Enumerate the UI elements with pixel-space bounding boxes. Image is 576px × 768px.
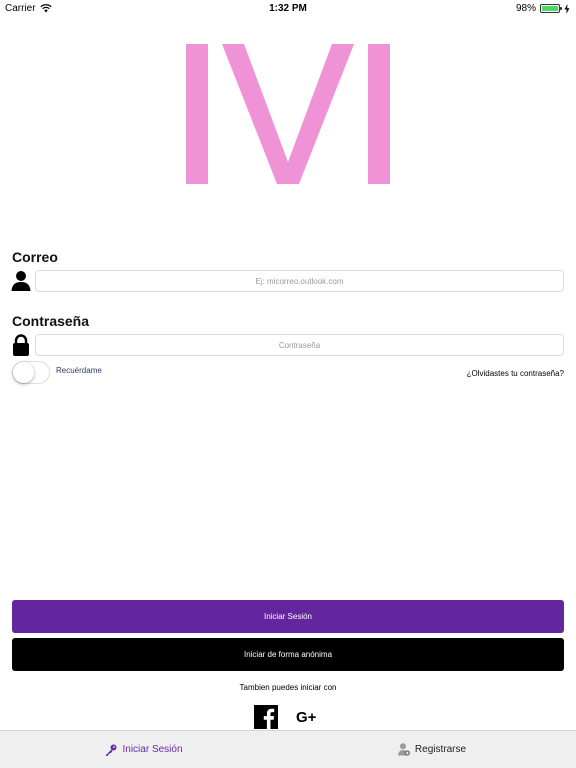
- lock-icon: [13, 334, 29, 356]
- tab-bar: Iniciar Sesión Registrarse: [0, 730, 576, 768]
- app-logo: [186, 44, 390, 184]
- email-input[interactable]: [35, 270, 564, 292]
- anonymous-login-button[interactable]: Iniciar de forma anónima: [12, 638, 564, 671]
- email-label: Correo: [12, 249, 58, 265]
- tab-register-label: Registrarse: [414, 744, 467, 755]
- password-input[interactable]: [35, 334, 564, 356]
- forgot-password-link[interactable]: ¿Olvidastes tu contraseña?: [467, 369, 564, 378]
- social-login-text: Tambien puedes iniciar con: [239, 683, 337, 692]
- password-label: Contraseña: [12, 313, 90, 329]
- toggle-knob: [13, 362, 34, 383]
- user-icon: [11, 271, 31, 291]
- status-time: 1:32 PM: [269, 3, 307, 14]
- remember-label: Recuérdame: [56, 366, 102, 375]
- facebook-icon[interactable]: [254, 705, 278, 729]
- battery-fill: [542, 6, 558, 11]
- status-right: 98%: [516, 3, 570, 14]
- remember-toggle[interactable]: [12, 361, 50, 384]
- tab-login[interactable]: Iniciar Sesión: [0, 731, 288, 768]
- remember-row: Recuérdame: [12, 361, 102, 384]
- social-login-row: G+: [254, 705, 316, 729]
- tab-login-label: Iniciar Sesión: [122, 744, 183, 755]
- battery-icon: [540, 4, 562, 13]
- login-button[interactable]: Iniciar Sesión: [12, 600, 564, 633]
- key-icon: [106, 744, 117, 756]
- user-add-icon: [397, 743, 410, 756]
- facebook-glyph: [263, 708, 275, 729]
- status-bar: Carrier 1:32 PM 98%: [0, 0, 576, 18]
- tab-register[interactable]: Registrarse: [288, 731, 576, 768]
- google-plus-icon[interactable]: G+: [296, 709, 316, 726]
- battery-percent: 98%: [515, 3, 536, 14]
- charging-icon: [564, 3, 570, 14]
